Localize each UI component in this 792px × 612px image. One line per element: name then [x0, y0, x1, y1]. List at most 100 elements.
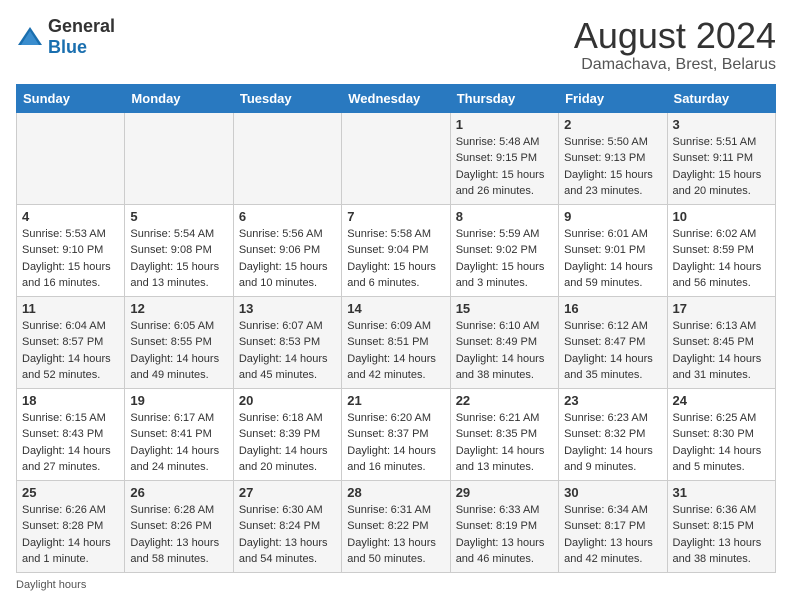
calendar-cell-w4d2: 27 Sunrise: 6:30 AMSunset: 8:24 PMDayligh… — [233, 480, 341, 572]
day-number: 16 — [564, 301, 661, 316]
logo-icon — [16, 25, 44, 49]
day-info: Sunrise: 5:53 AMSunset: 9:10 PMDaylight:… — [22, 226, 119, 292]
day-info: Sunrise: 6:15 AMSunset: 8:43 PMDaylight:… — [22, 410, 119, 476]
day-info: Sunrise: 5:51 AMSunset: 9:11 PMDaylight:… — [673, 134, 770, 200]
day-info: Sunrise: 5:58 AMSunset: 9:04 PMDaylight:… — [347, 226, 444, 292]
calendar-table: SundayMondayTuesdayWednesdayThursdayFrid… — [16, 84, 776, 573]
day-number: 12 — [130, 301, 227, 316]
calendar-cell-w3d5: 23 Sunrise: 6:23 AMSunset: 8:32 PMDayligh… — [559, 388, 667, 480]
calendar-cell-w3d0: 18 Sunrise: 6:15 AMSunset: 8:43 PMDayligh… — [17, 388, 125, 480]
day-number: 4 — [22, 209, 119, 224]
calendar-cell-w2d5: 16 Sunrise: 6:12 AMSunset: 8:47 PMDayligh… — [559, 296, 667, 388]
day-info: Sunrise: 6:02 AMSunset: 8:59 PMDaylight:… — [673, 226, 770, 292]
day-info: Sunrise: 5:50 AMSunset: 9:13 PMDaylight:… — [564, 134, 661, 200]
weekday-header-thursday: Thursday — [450, 84, 558, 112]
calendar-cell-w2d1: 12 Sunrise: 6:05 AMSunset: 8:55 PMDayligh… — [125, 296, 233, 388]
day-number: 7 — [347, 209, 444, 224]
calendar-cell-w4d5: 30 Sunrise: 6:34 AMSunset: 8:17 PMDayligh… — [559, 480, 667, 572]
day-number: 17 — [673, 301, 770, 316]
calendar-cell-w3d2: 20 Sunrise: 6:18 AMSunset: 8:39 PMDayligh… — [233, 388, 341, 480]
week-row-3: 11Sunrise: 6:04 AMSunset: 8:57 PMDayligh… — [17, 296, 776, 388]
day-info: Sunrise: 6:18 AMSunset: 8:39 PMDaylight:… — [239, 410, 336, 476]
title-area: August 2024 Damachava, Brest, Belarus — [574, 16, 776, 74]
day-info: Sunrise: 5:48 AMSunset: 9:15 PMDaylight:… — [456, 134, 553, 200]
day-info: Sunrise: 6:20 AMSunset: 8:37 PMDaylight:… — [347, 410, 444, 476]
day-info: Sunrise: 5:56 AMSunset: 9:06 PMDaylight:… — [239, 226, 336, 292]
calendar-cell-w0d2 — [233, 112, 341, 204]
day-info: Sunrise: 6:01 AMSunset: 9:01 PMDaylight:… — [564, 226, 661, 292]
day-number: 2 — [564, 117, 661, 132]
day-number: 8 — [456, 209, 553, 224]
calendar-cell-w3d4: 22Sunrise: 6:21 AMSunset: 8:35 PMDayligh… — [450, 388, 558, 480]
calendar-cell-w4d6: 31 Sunrise: 6:36 AMSunset: 8:15 PMDayligh… — [667, 480, 775, 572]
calendar-cell-w0d0 — [17, 112, 125, 204]
calendar-cell-w4d4: 29Sunrise: 6:33 AMSunset: 8:19 PMDayligh… — [450, 480, 558, 572]
day-number: 3 — [673, 117, 770, 132]
day-number: 26 — [130, 485, 227, 500]
calendar-cell-w1d5: 9 Sunrise: 6:01 AMSunset: 9:01 PMDaylight… — [559, 204, 667, 296]
day-number: 14 — [347, 301, 444, 316]
day-info: Sunrise: 6:17 AMSunset: 8:41 PMDaylight:… — [130, 410, 227, 476]
calendar-cell-w3d3: 21Sunrise: 6:20 AMSunset: 8:37 PMDayligh… — [342, 388, 450, 480]
day-number: 25 — [22, 485, 119, 500]
day-info: Sunrise: 6:31 AMSunset: 8:22 PMDaylight:… — [347, 502, 444, 568]
calendar-cell-w0d5: 2 Sunrise: 5:50 AMSunset: 9:13 PMDaylight… — [559, 112, 667, 204]
calendar-cell-w0d4: 1 Sunrise: 5:48 AMSunset: 9:15 PMDaylight… — [450, 112, 558, 204]
day-info: Sunrise: 6:34 AMSunset: 8:17 PMDaylight:… — [564, 502, 661, 568]
calendar-cell-w1d1: 5 Sunrise: 5:54 AMSunset: 9:08 PMDaylight… — [125, 204, 233, 296]
footer-text: Daylight hours — [16, 579, 86, 591]
calendar-cell-w1d0: 4 Sunrise: 5:53 AMSunset: 9:10 PMDaylight… — [17, 204, 125, 296]
day-info: Sunrise: 5:59 AMSunset: 9:02 PMDaylight:… — [456, 226, 553, 292]
day-number: 27 — [239, 485, 336, 500]
day-number: 30 — [564, 485, 661, 500]
day-number: 20 — [239, 393, 336, 408]
day-number: 10 — [673, 209, 770, 224]
header: General Blue August 2024 Damachava, Bres… — [16, 16, 776, 74]
day-info: Sunrise: 6:33 AMSunset: 8:19 PMDaylight:… — [456, 502, 553, 568]
calendar-cell-w3d1: 19 Sunrise: 6:17 AMSunset: 8:41 PMDayligh… — [125, 388, 233, 480]
day-number: 15 — [456, 301, 553, 316]
day-number: 23 — [564, 393, 661, 408]
day-info: Sunrise: 6:36 AMSunset: 8:15 PMDaylight:… — [673, 502, 770, 568]
weekday-header-row: SundayMondayTuesdayWednesdayThursdayFrid… — [17, 84, 776, 112]
calendar-cell-w0d1 — [125, 112, 233, 204]
main-title: August 2024 — [574, 16, 776, 56]
day-info: Sunrise: 6:30 AMSunset: 8:24 PMDaylight:… — [239, 502, 336, 568]
logo-blue: Blue — [48, 37, 87, 57]
calendar-cell-w2d4: 15 Sunrise: 6:10 AMSunset: 8:49 PMDayligh… — [450, 296, 558, 388]
weekday-header-wednesday: Wednesday — [342, 84, 450, 112]
calendar-cell-w4d3: 28Sunrise: 6:31 AMSunset: 8:22 PMDayligh… — [342, 480, 450, 572]
weekday-header-sunday: Sunday — [17, 84, 125, 112]
day-number: 1 — [456, 117, 553, 132]
day-info: Sunrise: 6:09 AMSunset: 8:51 PMDaylight:… — [347, 318, 444, 384]
logo-general: General — [48, 16, 115, 36]
day-number: 18 — [22, 393, 119, 408]
calendar-cell-w0d3 — [342, 112, 450, 204]
calendar-cell-w4d0: 25 Sunrise: 6:26 AMSunset: 8:28 PMDayligh… — [17, 480, 125, 572]
calendar-cell-w1d4: 8 Sunrise: 5:59 AMSunset: 9:02 PMDaylight… — [450, 204, 558, 296]
day-info: Sunrise: 6:05 AMSunset: 8:55 PMDaylight:… — [130, 318, 227, 384]
calendar-cell-w3d6: 24 Sunrise: 6:25 AMSunset: 8:30 PMDayligh… — [667, 388, 775, 480]
calendar-cell-w2d6: 17 Sunrise: 6:13 AMSunset: 8:45 PMDayligh… — [667, 296, 775, 388]
day-number: 5 — [130, 209, 227, 224]
day-info: Sunrise: 6:23 AMSunset: 8:32 PMDaylight:… — [564, 410, 661, 476]
day-number: 9 — [564, 209, 661, 224]
day-info: Sunrise: 6:21 AMSunset: 8:35 PMDaylight:… — [456, 410, 553, 476]
day-info: Sunrise: 6:12 AMSunset: 8:47 PMDaylight:… — [564, 318, 661, 384]
day-info: Sunrise: 6:26 AMSunset: 8:28 PMDaylight:… — [22, 502, 119, 568]
day-info: Sunrise: 6:13 AMSunset: 8:45 PMDaylight:… — [673, 318, 770, 384]
day-info: Sunrise: 6:25 AMSunset: 8:30 PMDaylight:… — [673, 410, 770, 476]
calendar-cell-w4d1: 26Sunrise: 6:28 AMSunset: 8:26 PMDayligh… — [125, 480, 233, 572]
day-number: 24 — [673, 393, 770, 408]
day-info: Sunrise: 6:10 AMSunset: 8:49 PMDaylight:… — [456, 318, 553, 384]
weekday-header-monday: Monday — [125, 84, 233, 112]
day-number: 31 — [673, 485, 770, 500]
day-number: 6 — [239, 209, 336, 224]
calendar-cell-w2d3: 14 Sunrise: 6:09 AMSunset: 8:51 PMDayligh… — [342, 296, 450, 388]
week-row-5: 25 Sunrise: 6:26 AMSunset: 8:28 PMDayligh… — [17, 480, 776, 572]
week-row-4: 18 Sunrise: 6:15 AMSunset: 8:43 PMDayligh… — [17, 388, 776, 480]
day-info: Sunrise: 5:54 AMSunset: 9:08 PMDaylight:… — [130, 226, 227, 292]
day-number: 19 — [130, 393, 227, 408]
week-row-1: 1 Sunrise: 5:48 AMSunset: 9:15 PMDaylight… — [17, 112, 776, 204]
logo: General Blue — [16, 16, 115, 58]
